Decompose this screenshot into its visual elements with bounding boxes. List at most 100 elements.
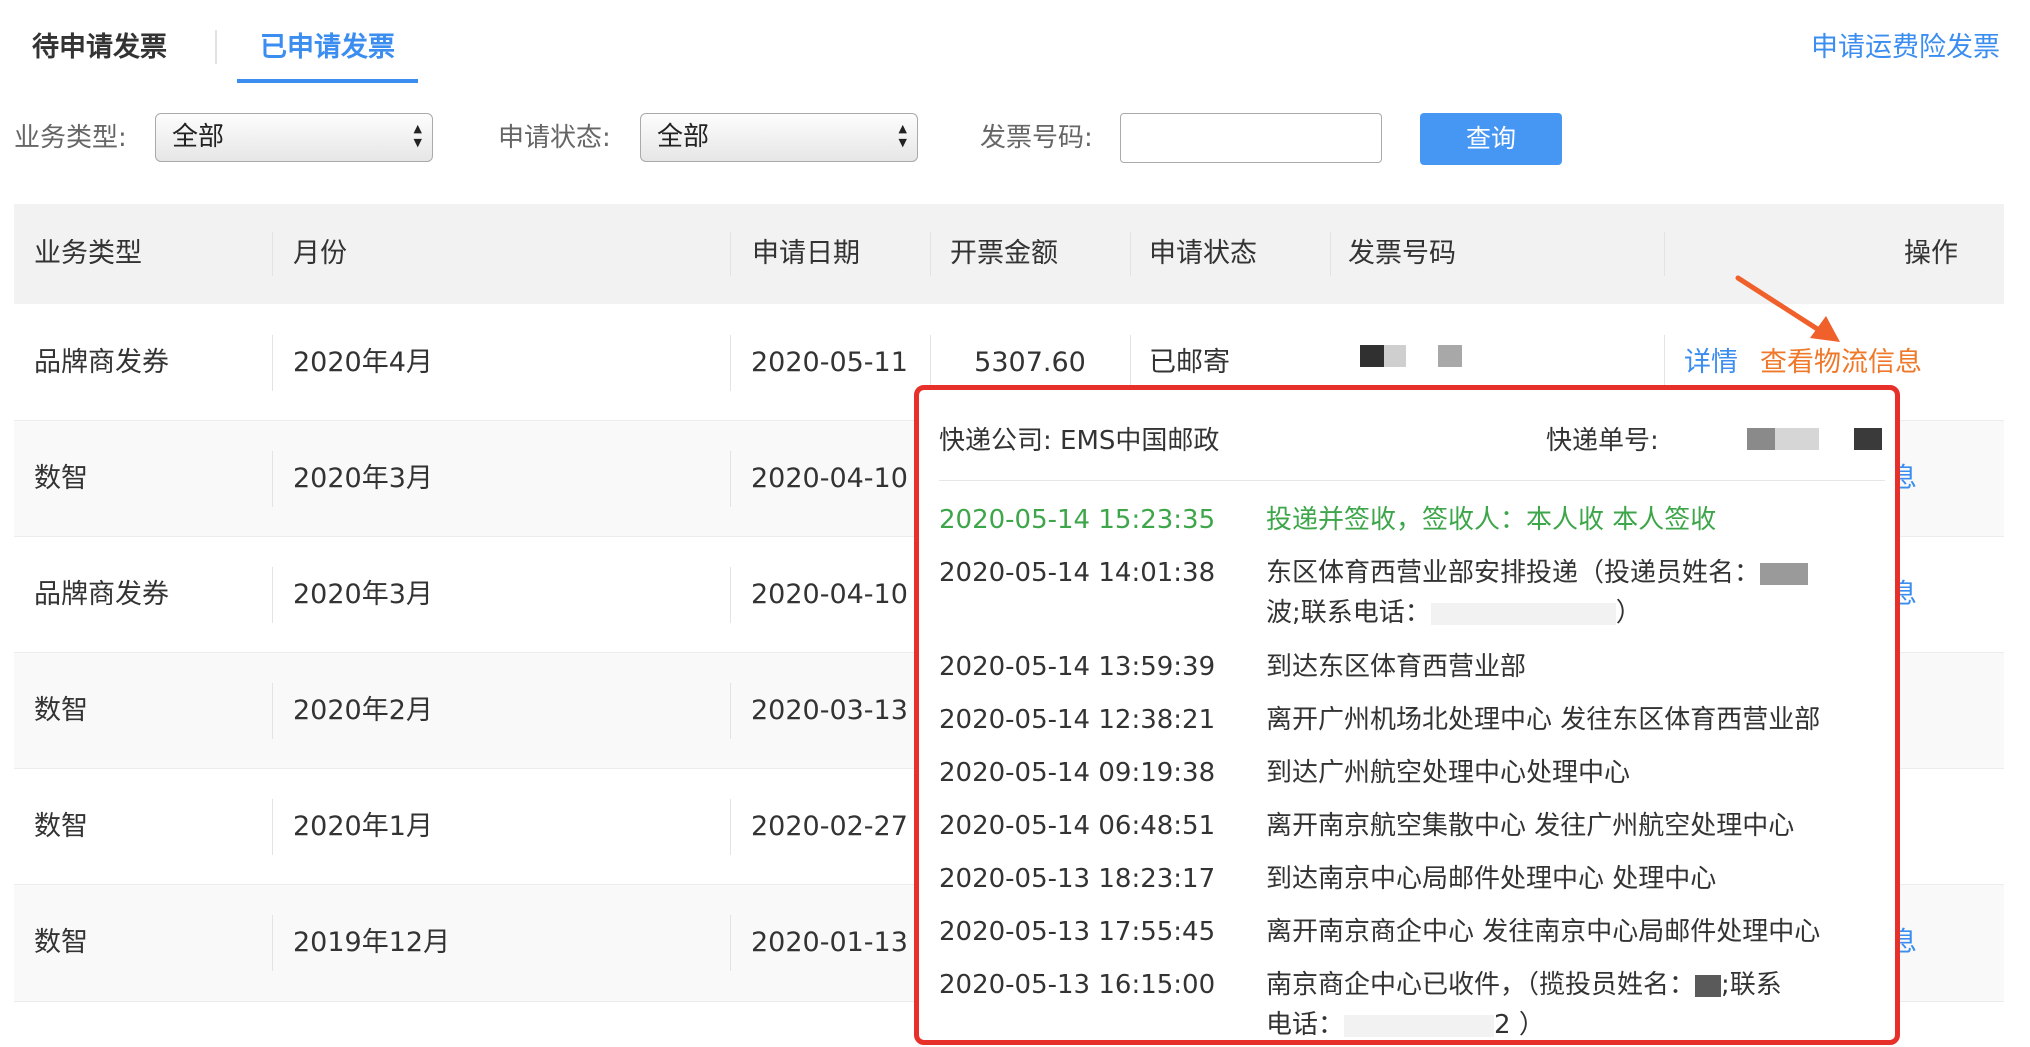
- invoice-no-label: 发票号码:: [980, 123, 1093, 153]
- event-description-line1: 东区体育西营业部安排投递（投递员姓名：: [1266, 558, 1761, 588]
- business-type-label: 业务类型:: [14, 123, 127, 153]
- col-business-type: 业务类型: [34, 238, 142, 269]
- event-description-line1-end: ;联系: [1721, 970, 1782, 1000]
- event-description: 离开南京航空集散中心 发往广州航空处理中心: [1266, 811, 1795, 841]
- apply-shipping-insurance-invoice-link[interactable]: 申请运费险发票: [1811, 28, 2000, 68]
- tab-applied-invoices[interactable]: 已申请发票: [260, 28, 395, 68]
- event-description: 离开南京商企中心 发往南京中心局邮件处理中心: [1266, 917, 1821, 947]
- cell-month: 2020年3月: [293, 463, 433, 494]
- col-separator: [272, 567, 273, 623]
- popup-header: 快递公司: EMS中国邮政 快递单号:: [939, 420, 1885, 460]
- redacted-phone: [1344, 1014, 1495, 1037]
- col-separator: [272, 915, 273, 971]
- event-time: 2020-05-14 12:38:21: [939, 705, 1216, 735]
- event-time: 2020-05-14 15:23:35: [939, 505, 1216, 535]
- event-description: 投递并签收，签收人：本人收 本人签收: [1266, 505, 1717, 535]
- col-separator: [1330, 232, 1331, 276]
- redacted-name: [1760, 562, 1809, 585]
- business-type-select[interactable]: 全部 ▲ ▼: [155, 113, 433, 162]
- cell-apply-date: 2020-01-13: [751, 927, 908, 958]
- redacted-phone: [1430, 602, 1616, 625]
- event-description: 到达南京中心局邮件处理中心 处理中心: [1266, 864, 1717, 894]
- cell-month: 2019年12月: [293, 927, 451, 958]
- col-separator: [1130, 335, 1131, 391]
- invoice-no-input[interactable]: [1120, 113, 1382, 163]
- cell-business-type: 数智: [34, 811, 88, 842]
- redacted-invoice-no: [1438, 345, 1462, 367]
- event-description: 南京商企中心已收件，（揽投员姓名： ;联系 电话： 2 ）: [1266, 965, 1886, 1045]
- tracking-number-label: 快递单号:: [1546, 426, 1659, 456]
- col-invoice-no: 发票号码: [1348, 238, 1456, 269]
- cell-apply-date: 2020-05-11: [751, 347, 908, 378]
- event-time: 2020-05-14 09:19:38: [939, 758, 1216, 788]
- col-separator: [730, 915, 731, 971]
- col-separator: [272, 799, 273, 855]
- tracking-event: 2020-05-13 16:15:00 南京商企中心已收件，（揽投员姓名： ;联系…: [939, 965, 1885, 1047]
- cell-apply-date: 2020-04-10: [751, 579, 908, 610]
- redacted-tracking-no: [1775, 428, 1819, 450]
- col-separator: [1130, 232, 1131, 276]
- redacted-tracking-no: [1854, 428, 1882, 450]
- redacted-name: [1695, 974, 1722, 997]
- cell-business-type: 数智: [34, 927, 88, 958]
- redacted-tracking-no: [1747, 428, 1775, 450]
- event-time: 2020-05-13 18:23:17: [939, 864, 1216, 894]
- select-arrows-icon: ▲ ▼: [413, 122, 422, 149]
- col-separator: [1664, 335, 1665, 391]
- redacted-invoice-no: [1360, 345, 1384, 367]
- col-separator: [272, 335, 273, 391]
- col-separator: [730, 232, 731, 276]
- tracking-event: 2020-05-14 14:01:38 东区体育西营业部安排投递（投递员姓名： …: [939, 553, 1885, 635]
- event-description-line2-end: 2 ）: [1494, 1010, 1545, 1040]
- col-separator: [272, 232, 273, 276]
- logistics-popup: 快递公司: EMS中国邮政 快递单号: 2020-05-14 15:23:35 …: [914, 385, 1900, 1045]
- event-time: 2020-05-13 17:55:45: [939, 917, 1216, 947]
- event-description: 到达东区体育西营业部: [1266, 652, 1527, 682]
- col-separator: [730, 683, 731, 739]
- col-separator: [730, 567, 731, 623]
- tab-separator: [215, 30, 217, 64]
- col-separator: [930, 232, 931, 276]
- event-time: 2020-05-13 16:15:00: [939, 970, 1216, 1000]
- cell-month: 2020年1月: [293, 811, 433, 842]
- col-separator: [730, 451, 731, 507]
- cell-business-type: 品牌商发券: [34, 347, 169, 378]
- col-separator: [730, 799, 731, 855]
- col-separator: [730, 335, 731, 391]
- event-description-line2: 电话：: [1266, 1010, 1345, 1040]
- col-separator: [1664, 232, 1665, 276]
- status-select-value: 全部: [657, 122, 710, 152]
- event-time: 2020-05-14 06:48:51: [939, 811, 1216, 841]
- query-button[interactable]: 查询: [1420, 113, 1562, 165]
- annotation-arrow-icon: [1735, 275, 1840, 342]
- tab-pending-invoices[interactable]: 待申请发票: [32, 28, 167, 68]
- event-description-line2: 波;联系电话：: [1266, 598, 1431, 628]
- cell-month: 2020年3月: [293, 579, 433, 610]
- event-description-line1: 南京商企中心已收件，（揽投员姓名：: [1266, 970, 1696, 1000]
- business-type-select-value: 全部: [172, 122, 225, 152]
- col-separator: [272, 451, 273, 507]
- table-header: 业务类型 月份 申请日期 开票金额 申请状态 发票号码 操作: [14, 204, 2004, 304]
- cell-month: 2020年4月: [293, 347, 433, 378]
- cell-apply-date: 2020-03-13: [751, 695, 908, 726]
- col-operation: 操作: [1904, 238, 1958, 269]
- event-time: 2020-05-14 13:59:39: [939, 652, 1216, 682]
- cell-apply-date: 2020-02-27: [751, 811, 908, 842]
- select-arrows-icon: ▲ ▼: [898, 122, 907, 149]
- event-description: 离开广州机场北处理中心 发往东区体育西营业部: [1266, 705, 1821, 735]
- col-month: 月份: [293, 238, 347, 269]
- status-select[interactable]: 全部 ▲ ▼: [640, 113, 918, 162]
- event-description: 东区体育西营业部安排投递（投递员姓名： 波;联系电话： ）: [1266, 553, 1886, 633]
- event-description-line2-end: ）: [1615, 598, 1642, 628]
- active-tab-underline: [237, 79, 418, 83]
- redacted-invoice-no: [1384, 345, 1406, 367]
- status-label: 申请状态:: [498, 123, 611, 153]
- popup-divider: [939, 480, 1885, 481]
- event-time: 2020-05-14 14:01:38: [939, 558, 1216, 588]
- col-apply-date: 申请日期: [752, 238, 860, 269]
- cell-business-type: 数智: [34, 463, 88, 494]
- col-amount: 开票金额: [950, 238, 1058, 269]
- event-description: 到达广州航空处理中心处理中心: [1266, 758, 1631, 788]
- courier-company: 快递公司: EMS中国邮政: [939, 426, 1220, 456]
- cell-business-type: 数智: [34, 695, 88, 726]
